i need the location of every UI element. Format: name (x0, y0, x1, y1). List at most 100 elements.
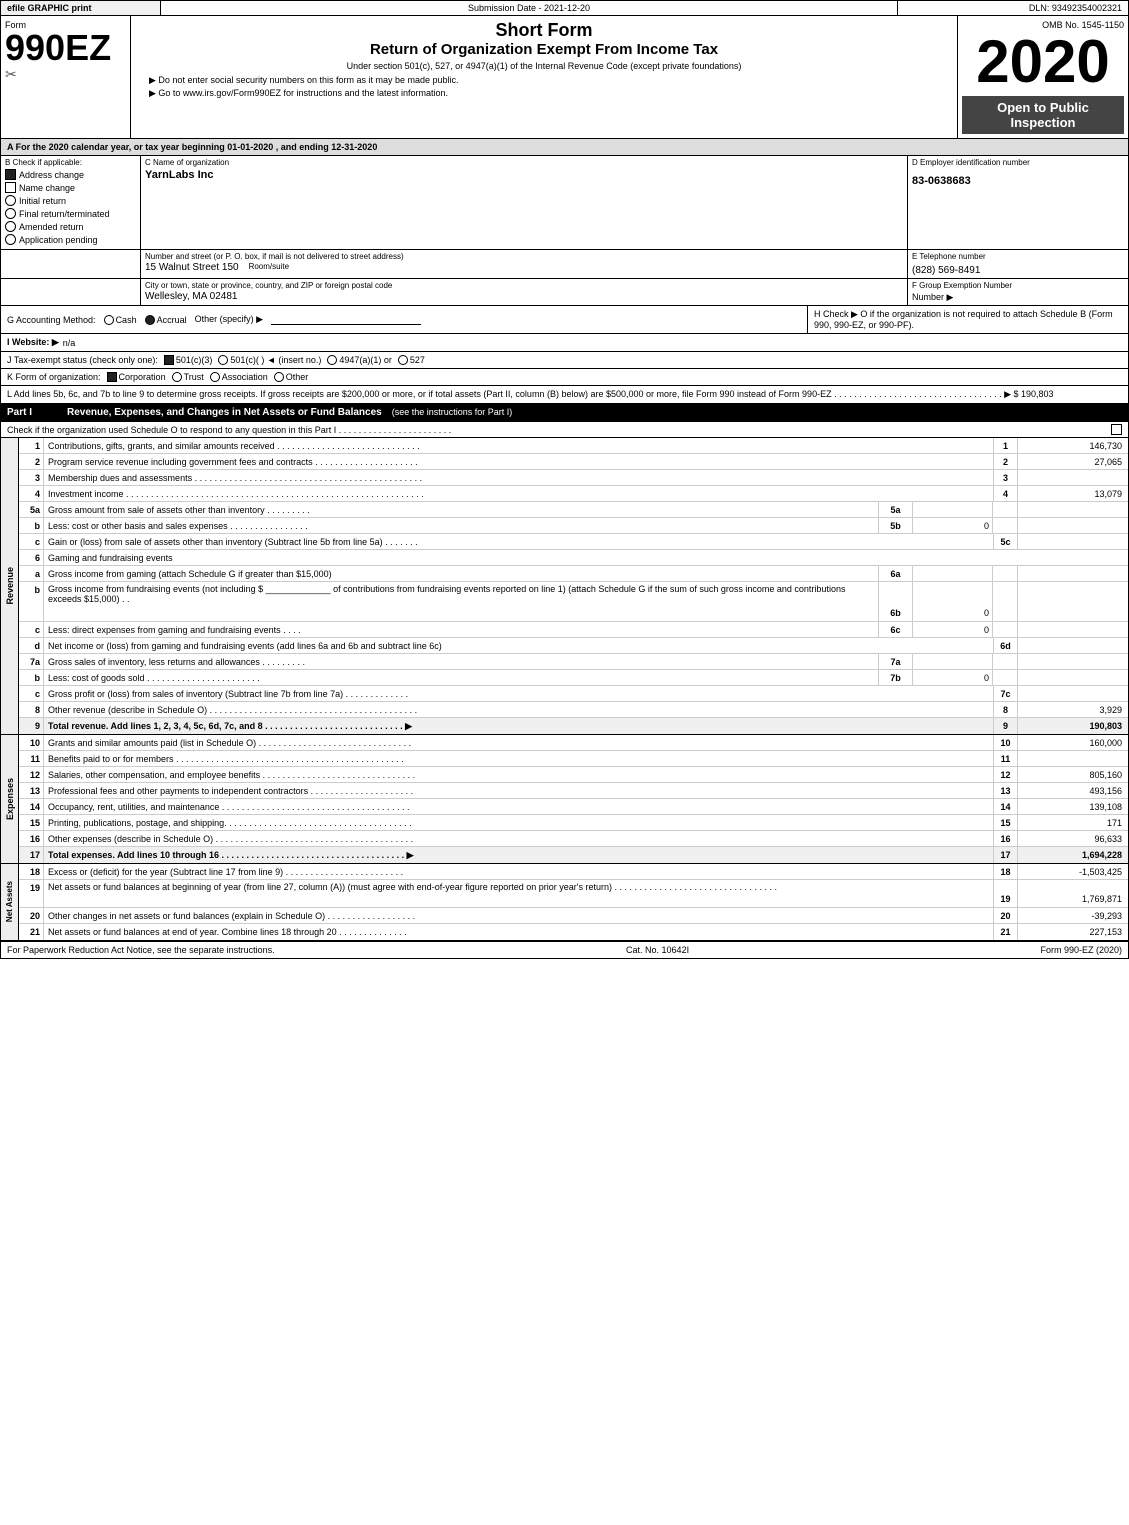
k-assoc-radio[interactable] (210, 372, 220, 382)
ein-col: D Employer identification number 83-0638… (908, 156, 1128, 249)
efile-label: efile GRAPHIC print (1, 1, 161, 15)
k-trust-radio[interactable] (172, 372, 182, 382)
top-bar: efile GRAPHIC print Submission Date - 20… (0, 0, 1129, 16)
line-13-desc: Professional fees and other payments to … (44, 783, 993, 798)
line-9-val: 190,803 (1018, 718, 1128, 734)
line-14-desc: Occupancy, rent, utilities, and maintena… (44, 799, 993, 814)
line-15-num: 15 (19, 815, 44, 830)
k-assoc-option[interactable]: Association (210, 372, 268, 382)
tax-501c-label: 501(c)( ) ◄ (insert no.) (230, 355, 321, 365)
line-6c-num: c (19, 622, 44, 637)
final-return-checkbox[interactable] (5, 208, 16, 219)
line-7a: 7a Gross sales of inventory, less return… (19, 654, 1128, 670)
line-7b-box: 0 (913, 670, 993, 685)
application-pending-label: Application pending (19, 235, 98, 245)
tax-501c-radio[interactable] (218, 355, 228, 365)
line-7a-ref: 7a (878, 654, 913, 669)
line-6-num: 6 (19, 550, 44, 565)
checkbox-pending[interactable]: Application pending (5, 234, 136, 245)
part1-header: Part I Revenue, Expenses, and Changes in… (0, 404, 1129, 422)
tax-501c3-checkbox[interactable] (164, 355, 174, 365)
page: efile GRAPHIC print Submission Date - 20… (0, 0, 1129, 1525)
line-5a: 5a Gross amount from sale of assets othe… (19, 502, 1128, 518)
net-assets-text: Net Assets (5, 881, 14, 922)
note-ssn: ▶ Do not enter social security numbers o… (139, 75, 949, 86)
line-11-desc: Benefits paid to or for members . . . . … (44, 751, 993, 766)
k-trust-option[interactable]: Trust (172, 372, 204, 382)
form-number: 990EZ (5, 30, 126, 66)
line-4-num: 4 (19, 486, 44, 501)
name-change-checkbox[interactable] (5, 182, 16, 193)
line-7b-desc: Less: cost of goods sold . . . . . . . .… (44, 670, 878, 685)
line-13-num: 13 (19, 783, 44, 798)
k-assoc-label: Association (222, 372, 268, 382)
note-irs: ▶ Go to www.irs.gov/Form990EZ for instru… (139, 88, 949, 99)
line-2: 2 Program service revenue including gove… (19, 454, 1128, 470)
line-6c-desc: Less: direct expenses from gaming and fu… (44, 622, 878, 637)
amended-return-checkbox[interactable] (5, 221, 16, 232)
part1-title: Revenue, Expenses, and Changes in Net As… (67, 407, 382, 418)
line-6b-ref: 6b (878, 582, 913, 621)
address-value: 15 Walnut Street 150 (145, 262, 239, 273)
line-6b-lnum (993, 582, 1018, 621)
line-12-desc: Salaries, other compensation, and employ… (44, 767, 993, 782)
line-10-val: 160,000 (1018, 735, 1128, 750)
tax-501c3-option[interactable]: 501(c)(3) (164, 355, 213, 365)
application-pending-checkbox[interactable] (5, 234, 16, 245)
line-12: 12 Salaries, other compensation, and emp… (19, 767, 1128, 783)
line-19: 19 Net assets or fund balances at beginn… (19, 880, 1128, 908)
tax-4947-option[interactable]: 4947(a)(1) or (327, 355, 392, 365)
line-18-val: -1,503,425 (1018, 864, 1128, 879)
line-5c-num: c (19, 534, 44, 549)
checkbox-final[interactable]: Final return/terminated (5, 208, 136, 219)
k-corp-checkbox[interactable] (107, 372, 117, 382)
org-name: YarnLabs Inc (145, 169, 903, 181)
line-16-num: 16 (19, 831, 44, 846)
line-6b-num: b (19, 582, 44, 621)
line-11-lnum: 11 (993, 751, 1018, 766)
line-3-val (1018, 470, 1128, 485)
line-6b: b Gross income from fundraising events (… (19, 582, 1128, 622)
initial-return-checkbox[interactable] (5, 195, 16, 206)
ein-value: 83-0638683 (912, 175, 1124, 187)
line-16-desc: Other expenses (describe in Schedule O) … (44, 831, 993, 846)
schedule-o-checkbox[interactable] (1111, 424, 1122, 435)
tax-501c-option[interactable]: 501(c)( ) ◄ (insert no.) (218, 355, 321, 365)
checkbox-initial[interactable]: Initial return (5, 195, 136, 206)
line-9-desc: Total revenue. Add lines 1, 2, 3, 4, 5c,… (44, 718, 993, 734)
k-other-radio[interactable] (274, 372, 284, 382)
form-title-section: Short Form Return of Organization Exempt… (131, 16, 958, 138)
accrual-option[interactable]: Accrual (145, 315, 187, 325)
phone-value: (828) 569-8491 (912, 265, 1124, 276)
line-6a: a Gross income from gaming (attach Sched… (19, 566, 1128, 582)
line-5b: b Less: cost or other basis and sales ex… (19, 518, 1128, 534)
line-15-val: 171 (1018, 815, 1128, 830)
net-assets-side-label: Net Assets (1, 864, 19, 940)
line-5a-ref: 5a (878, 502, 913, 517)
checkbox-address[interactable]: Address change (5, 169, 136, 180)
line-7b-num: b (19, 670, 44, 685)
line-8-num: 8 (19, 702, 44, 717)
cash-radio[interactable] (104, 315, 114, 325)
checkbox-name[interactable]: Name change (5, 182, 136, 193)
line-3: 3 Membership dues and assessments . . . … (19, 470, 1128, 486)
accrual-radio[interactable] (145, 315, 155, 325)
cash-option[interactable]: Cash (104, 315, 137, 325)
k-form-label: K Form of organization: (7, 372, 101, 382)
line-20-desc: Other changes in net assets or fund bala… (44, 908, 993, 923)
line-5b-ref: 5b (878, 518, 913, 533)
k-corp-option[interactable]: Corporation (107, 372, 166, 382)
line-6: 6 Gaming and fundraising events (19, 550, 1128, 566)
tax-527-radio[interactable] (398, 355, 408, 365)
initial-return-label: Initial return (19, 196, 66, 206)
line-6b-box: 0 (913, 582, 993, 621)
line-18: 18 Excess or (deficit) for the year (Sub… (19, 864, 1128, 880)
tax-4947-radio[interactable] (327, 355, 337, 365)
k-other-option[interactable]: Other (274, 372, 309, 382)
tax-527-option[interactable]: 527 (398, 355, 425, 365)
address-change-checkbox[interactable] (5, 169, 16, 180)
checkbox-amended[interactable]: Amended return (5, 221, 136, 232)
line-13-lnum: 13 (993, 783, 1018, 798)
line-6c-ref: 6c (878, 622, 913, 637)
line-13-val: 493,156 (1018, 783, 1128, 798)
